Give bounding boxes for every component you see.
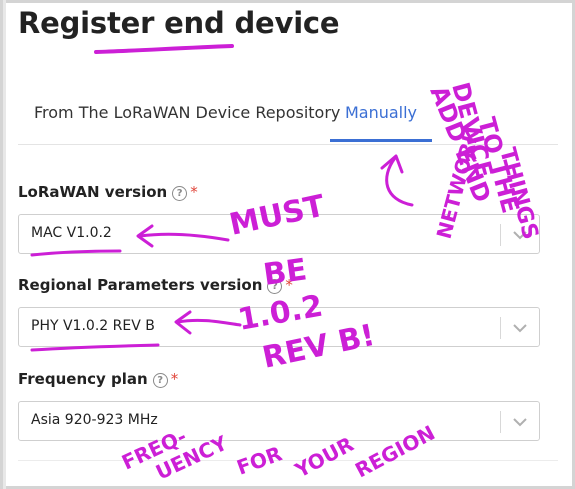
question-circle-icon[interactable]: ? [172,186,188,201]
select-separator [500,224,501,246]
regional-parameters-label: Regional Parameters version? * [18,276,293,294]
regional-parameters-select[interactable]: PHY V1.0.2 REV B [18,307,540,347]
frequency-plan-label-text: Frequency plan [18,370,148,388]
required-marker: * [285,276,293,294]
regional-parameters-label-text: Regional Parameters version [18,276,263,294]
lorawan-version-label: LoRaWAN version? * [18,183,198,201]
question-circle-icon[interactable]: ? [267,279,283,294]
frequency-plan-value: Asia 920-923 MHz [31,412,158,428]
lorawan-version-label-text: LoRaWAN version [18,183,168,201]
question-circle-icon[interactable]: ? [152,373,168,388]
tab-manually[interactable]: Manually [330,90,432,141]
tab-divider [18,144,558,145]
select-separator [500,317,501,339]
frequency-plan-select[interactable]: Asia 920-923 MHz [18,401,540,441]
chevron-down-icon[interactable] [511,320,529,336]
chevron-down-icon[interactable] [511,414,529,430]
select-separator [500,411,501,433]
frequency-plan-label: Frequency plan? * [18,370,178,388]
tab-device-repository[interactable]: From The LoRaWAN Device Repository [34,90,340,141]
page-title: Register end device [18,6,340,40]
left-edge [3,0,6,489]
regional-parameters-value: PHY V1.0.2 REV B [31,318,155,334]
active-tab-indicator [330,139,432,142]
required-marker: * [170,370,179,388]
tab-bar: From The LoRaWAN Device Repository Manua… [18,90,558,145]
required-marker: * [190,183,198,201]
form-divider [18,460,558,461]
lorawan-version-select[interactable]: MAC V1.0.2 [18,214,540,254]
lorawan-version-value: MAC V1.0.2 [31,225,112,241]
chevron-down-icon[interactable] [511,227,529,243]
